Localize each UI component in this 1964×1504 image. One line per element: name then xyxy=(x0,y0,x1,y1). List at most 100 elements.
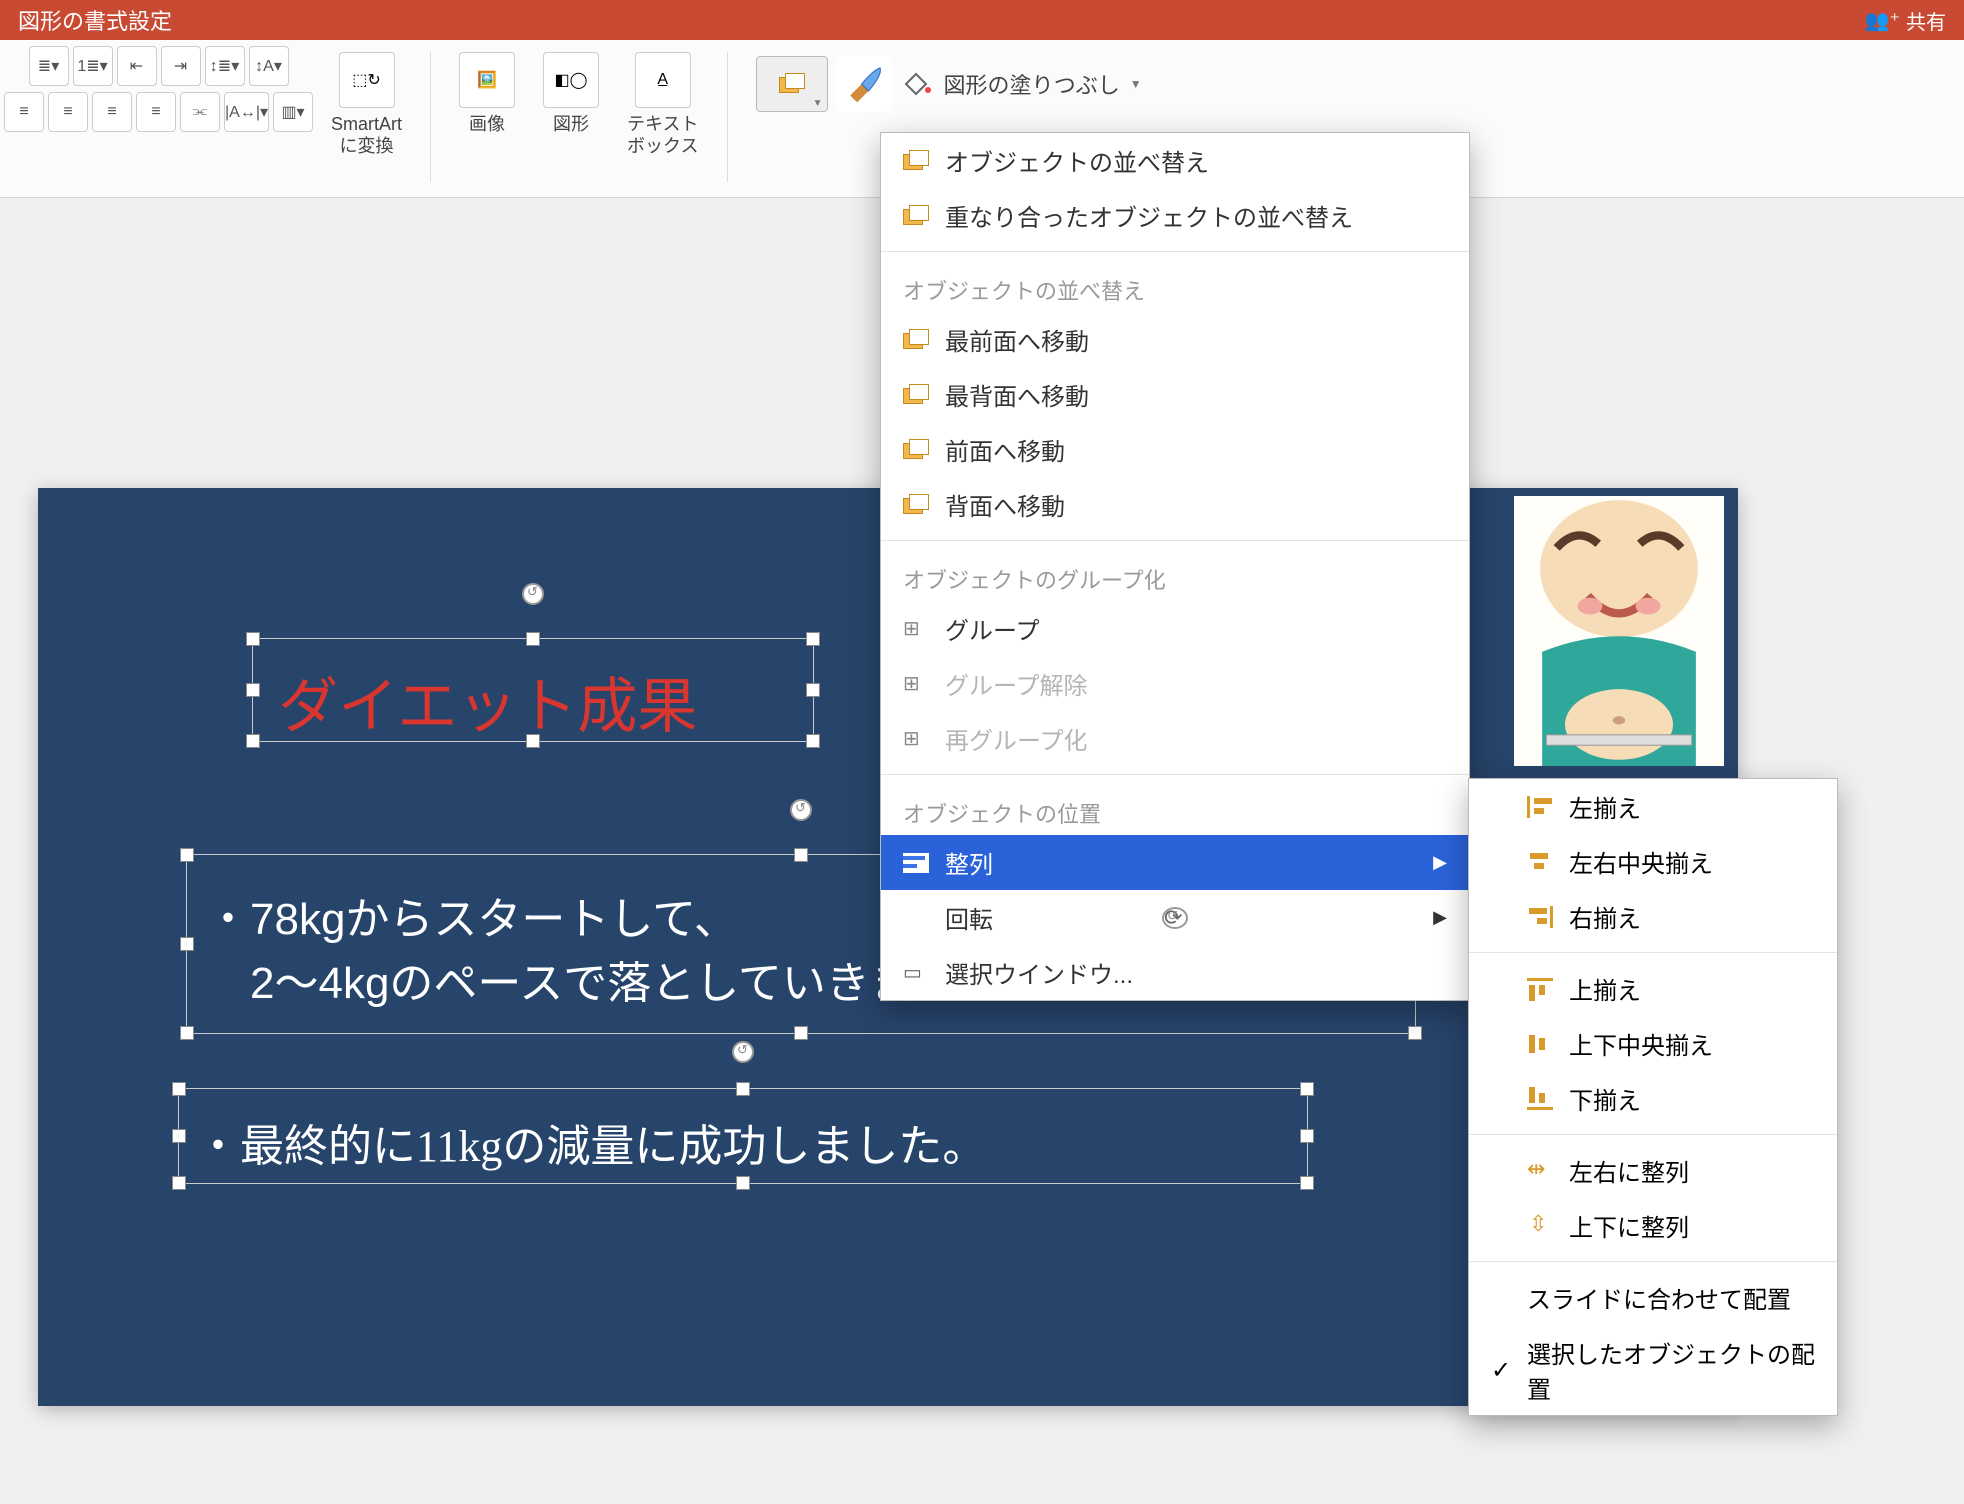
menu-send-back[interactable]: 最背面へ移動 xyxy=(881,367,1469,422)
menu-label: オブジェクトの並べ替え xyxy=(945,143,1209,178)
menu-label: 整列 xyxy=(945,845,993,880)
menu-separator xyxy=(1469,952,1837,953)
submenu-distribute-h[interactable]: 左右に整列 xyxy=(1469,1143,1837,1198)
resize-handle[interactable] xyxy=(736,1176,750,1190)
submenu-align-hcenter[interactable]: 左右中央揃え xyxy=(1469,834,1837,889)
menu-selection-pane[interactable]: 選択ウインドウ... xyxy=(881,945,1469,1000)
clipart-image[interactable] xyxy=(1514,496,1724,766)
columns-button[interactable]: ▥▾ xyxy=(273,92,313,132)
indent-inc-button[interactable]: ⇥ xyxy=(161,46,201,86)
indent-dec-button[interactable]: ⇤ xyxy=(117,46,157,86)
numbering-button[interactable]: 1≣▾ xyxy=(73,46,113,86)
share-button[interactable]: 👥⁺ 共有 xyxy=(1865,6,1946,35)
menu-label: 最前面へ移動 xyxy=(945,322,1089,357)
distribute-text-button[interactable]: ⫘ xyxy=(180,92,220,132)
ribbon-separator xyxy=(727,52,728,182)
resize-handle[interactable] xyxy=(794,1026,808,1040)
submenu-align-right[interactable]: 右揃え xyxy=(1469,889,1837,944)
submenu-label: 左右中央揃え xyxy=(1569,844,1713,879)
menu-bring-forward[interactable]: 前面へ移動 xyxy=(881,422,1469,477)
resize-handle[interactable] xyxy=(180,1026,194,1040)
submenu-align-to-selection[interactable]: ✓選択したオブジェクトの配置 xyxy=(1469,1325,1837,1415)
format-painter-button[interactable] xyxy=(836,56,892,112)
line-spacing-button[interactable]: ↕≣▾ xyxy=(205,46,245,86)
fill-label: 図形の塗りつぶし xyxy=(944,68,1120,100)
submenu-label: 下揃え xyxy=(1569,1081,1641,1116)
resize-handle[interactable] xyxy=(246,683,260,697)
bullets-button[interactable]: ≣▾ xyxy=(29,46,69,86)
submenu-arrow-icon: ▶ xyxy=(1433,907,1447,928)
align-hcenter-icon xyxy=(1527,851,1553,873)
align-right-button[interactable]: ≡ xyxy=(92,92,132,132)
submenu-align-to-slide[interactable]: スライドに合わせて配置 xyxy=(1469,1270,1837,1325)
char-spacing-button[interactable]: |A↔|▾ xyxy=(224,92,269,132)
submenu-label: 選択したオブジェクトの配置 xyxy=(1527,1335,1815,1405)
tab-shape-format[interactable]: 図形の書式設定 👥⁺ 共有 xyxy=(0,0,1964,40)
submenu-distribute-v[interactable]: 上下に整列 xyxy=(1469,1198,1837,1253)
menu-regroup: 再グループ化 xyxy=(881,711,1469,766)
align-center-button[interactable]: ≡ xyxy=(48,92,88,132)
submenu-align-bottom[interactable]: 下揃え xyxy=(1469,1071,1837,1126)
textbox-label2: ボックス xyxy=(627,136,698,156)
rotate-handle[interactable] xyxy=(522,583,544,605)
menu-separator xyxy=(881,540,1469,541)
submenu-arrow-icon: ▶ xyxy=(1433,852,1447,873)
rotate-handle[interactable] xyxy=(790,799,812,821)
resize-handle[interactable] xyxy=(180,937,194,951)
menu-group[interactable]: グループ xyxy=(881,601,1469,656)
resize-handle[interactable] xyxy=(246,734,260,748)
menu-reorder-overlapping[interactable]: 重なり合ったオブジェクトの並べ替え xyxy=(881,188,1469,243)
resize-handle[interactable] xyxy=(1300,1176,1314,1190)
resize-handle[interactable] xyxy=(172,1129,186,1143)
insert-textbox-button[interactable]: A̲ テキストボックス xyxy=(613,46,712,163)
align-top-icon xyxy=(1527,978,1553,1000)
resize-handle[interactable] xyxy=(246,632,260,646)
submenu-align-top[interactable]: 上揃え xyxy=(1469,961,1837,1016)
resize-handle[interactable] xyxy=(806,632,820,646)
rotate-handle[interactable] xyxy=(732,1041,754,1063)
smartart-button[interactable]: ⬚↻ SmartArtに変換 xyxy=(317,46,416,163)
menu-reorder-objects[interactable]: オブジェクトの並べ替え xyxy=(881,133,1469,188)
menu-separator xyxy=(1469,1261,1837,1262)
resize-handle[interactable] xyxy=(794,848,808,862)
resize-handle[interactable] xyxy=(180,848,194,862)
resize-handle[interactable] xyxy=(736,1082,750,1096)
resize-handle[interactable] xyxy=(172,1176,186,1190)
send-backward-icon xyxy=(903,494,929,516)
insert-shape-button[interactable]: ◧◯ 図形 xyxy=(529,46,613,142)
tab-title: 図形の書式設定 xyxy=(18,4,172,36)
menu-label: 回転 xyxy=(945,900,993,935)
arrange-button[interactable]: ▼ xyxy=(756,56,828,112)
align-icon xyxy=(903,853,929,873)
text-direction-button[interactable]: ↕A▾ xyxy=(249,46,289,86)
title-text: ダイエット成果 xyxy=(278,658,697,745)
resize-handle[interactable] xyxy=(1408,1026,1422,1040)
menu-send-backward[interactable]: 背面へ移動 xyxy=(881,477,1469,532)
menu-bring-front[interactable]: 最前面へ移動 xyxy=(881,312,1469,367)
resize-handle[interactable] xyxy=(526,632,540,646)
resize-handle[interactable] xyxy=(806,683,820,697)
distribute-h-icon xyxy=(1527,1160,1553,1182)
menu-header-position: オブジェクトの位置 xyxy=(881,783,1469,835)
selection-pane-icon xyxy=(903,962,929,984)
submenu-label: 左揃え xyxy=(1569,789,1641,824)
submenu-align-left[interactable]: 左揃え xyxy=(1469,779,1837,834)
menu-rotate[interactable]: 回転 ▶ xyxy=(881,890,1469,945)
align-justify-button[interactable]: ≡ xyxy=(136,92,176,132)
align-left-button[interactable]: ≡ xyxy=(4,92,44,132)
resize-handle[interactable] xyxy=(1300,1129,1314,1143)
menu-label: 選択ウインドウ... xyxy=(945,955,1133,990)
smartart-icon: ⬚↻ xyxy=(352,70,381,90)
resize-handle[interactable] xyxy=(806,734,820,748)
menu-align[interactable]: 整列 ▶ xyxy=(881,835,1469,890)
submenu-align-vcenter[interactable]: 上下中央揃え xyxy=(1469,1016,1837,1071)
rotate-icon xyxy=(1162,907,1188,929)
insert-image-button[interactable]: 🖼️ 画像 xyxy=(445,46,529,142)
menu-header-group: オブジェクトのグループ化 xyxy=(881,549,1469,601)
share-label: 共有 xyxy=(1906,6,1946,35)
shape-fill-button[interactable]: 図形の塗りつぶし ▼ xyxy=(900,68,1142,100)
image-icon: 🖼️ xyxy=(477,70,497,90)
resize-handle[interactable] xyxy=(1300,1082,1314,1096)
resize-handle[interactable] xyxy=(172,1082,186,1096)
align-vcenter-icon xyxy=(1527,1033,1553,1055)
